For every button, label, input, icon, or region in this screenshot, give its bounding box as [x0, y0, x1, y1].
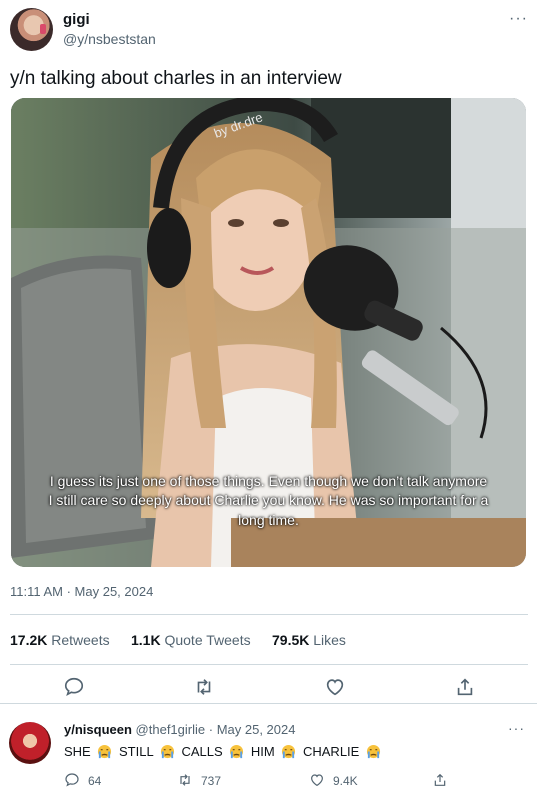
caption-line-1: I guess its just one of those things. Ev…: [49, 473, 488, 489]
caption-line-3: long time.: [238, 512, 299, 528]
reply-header: y/nisqueen @thef1girlie · May 25, 2024: [64, 722, 295, 737]
crying-face-icon: [365, 744, 382, 759]
crying-face-icon: [159, 744, 176, 759]
reply-actions: 64 737 9.4K: [64, 772, 524, 792]
reply-word: HIM: [250, 744, 275, 759]
tweet-header: gigi @y/nsbeststan ···: [10, 8, 530, 54]
reply-date[interactable]: · May 25, 2024: [209, 722, 296, 737]
reply-author-handle[interactable]: @thef1girlie: [136, 722, 206, 737]
tweet-media-image[interactable]: by dr.dre I guess its just one of those …: [11, 98, 526, 567]
quotes-count: 1.1K: [131, 632, 161, 648]
avatar-detail: [40, 24, 46, 34]
reply-like-button[interactable]: 9.4K: [309, 772, 358, 790]
likes-count: 79.5K: [272, 632, 310, 648]
author-avatar[interactable]: [10, 8, 53, 51]
reply-tweet[interactable]: y/nisqueen @thef1girlie · May 25, 2024 ·…: [0, 710, 537, 810]
reply-more-options-icon[interactable]: ···: [508, 720, 525, 736]
retweet-icon: [180, 774, 190, 786]
like-icon: [311, 774, 323, 787]
like-icon[interactable]: [324, 676, 346, 698]
divider: [10, 664, 528, 665]
author-name[interactable]: gigi: [63, 11, 90, 28]
share-icon[interactable]: [454, 676, 476, 698]
retweet-icon[interactable]: [193, 676, 215, 698]
quotes-label: Quote Tweets: [164, 632, 251, 648]
reply-icon[interactable]: [63, 676, 85, 698]
reply-likes-count: 9.4K: [333, 774, 358, 788]
likes-stat[interactable]: 79.5K Likes: [272, 632, 346, 648]
thread-separator: [0, 703, 537, 707]
reply-reply-button[interactable]: 64: [64, 772, 101, 790]
more-options-icon[interactable]: ···: [509, 10, 528, 28]
tweet-timestamp[interactable]: 11:11 AM · May 25, 2024: [10, 584, 153, 599]
author-handle[interactable]: @y/nsbeststan: [63, 31, 156, 47]
crying-face-icon: [96, 744, 113, 759]
retweets-count: 17.2K: [10, 632, 48, 648]
reply-icon: [65, 773, 79, 787]
reply-author-avatar[interactable]: [9, 722, 51, 764]
crying-face-icon: [228, 744, 245, 759]
tweet-text: y/n talking about charles in an intervie…: [10, 68, 342, 89]
likes-label: Likes: [313, 632, 346, 648]
reply-text: SHE STILL CALLS HIM CHARLIE: [64, 744, 384, 759]
quote-tweets-stat[interactable]: 1.1K Quote Tweets: [131, 632, 251, 648]
reply-retweets-count: 737: [201, 774, 222, 788]
retweets-stat[interactable]: 17.2K Retweets: [10, 632, 110, 648]
reply-word: STILL: [118, 744, 154, 759]
tweet-actions: [0, 676, 537, 704]
divider: [10, 614, 528, 615]
reply-author-name[interactable]: y/nisqueen: [64, 722, 132, 737]
share-icon: [434, 773, 446, 786]
reply-share-button[interactable]: [432, 772, 456, 790]
reply-word: CALLS: [181, 744, 223, 759]
reply-retweet-button[interactable]: 737: [177, 772, 221, 790]
retweets-label: Retweets: [51, 632, 110, 648]
reply-replies-count: 64: [88, 774, 102, 788]
reply-word: SHE: [64, 744, 91, 759]
caption-line-2: I still care so deeply about Charlie you…: [48, 492, 489, 508]
reply-word: CHARLIE: [302, 744, 360, 759]
crying-face-icon: [280, 744, 297, 759]
